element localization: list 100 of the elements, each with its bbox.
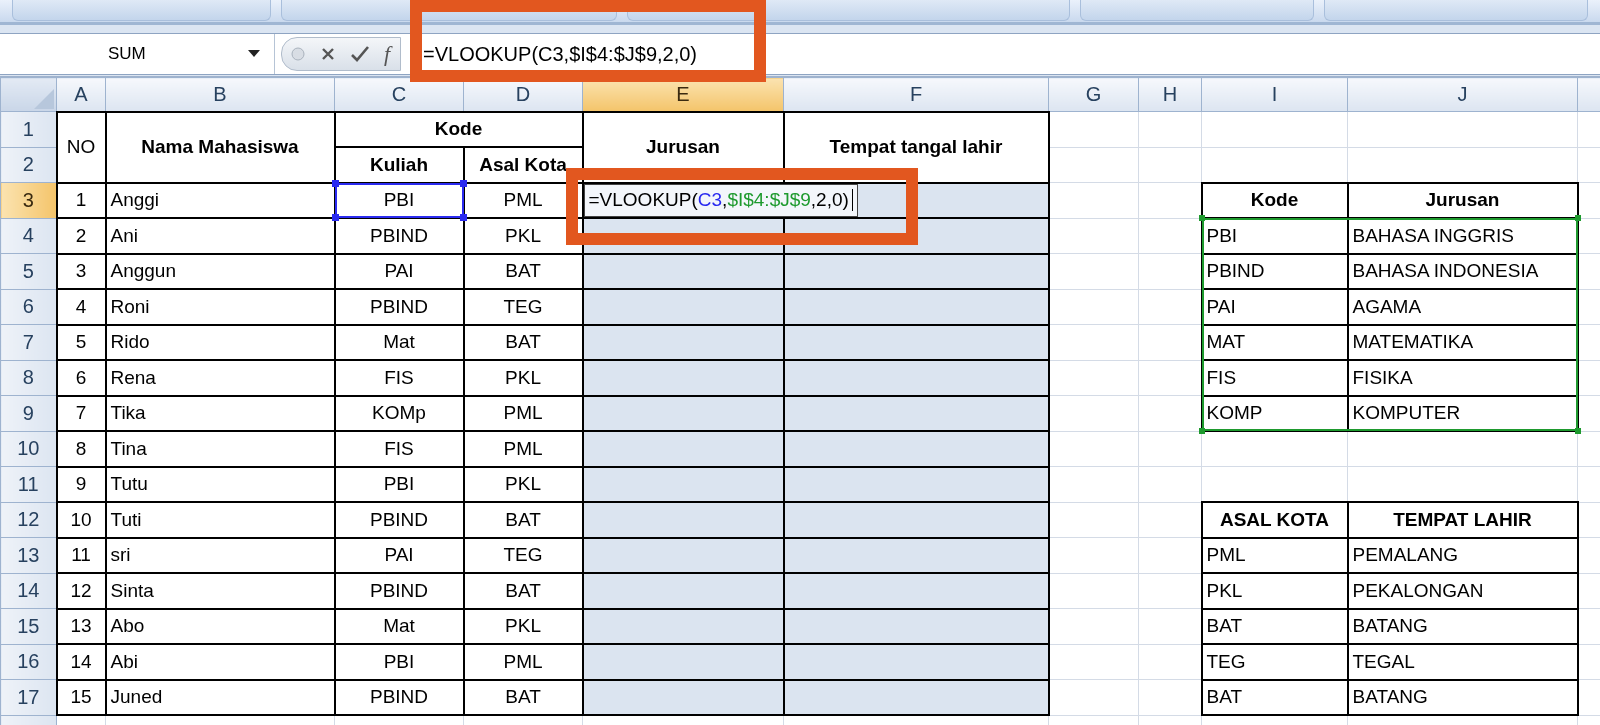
table-cell: PEMALANG (1352, 544, 1459, 566)
table-cell: TEGAL (1352, 650, 1415, 672)
table-cell: 13 (70, 615, 92, 637)
table-cell: PBIND (369, 686, 429, 708)
table-cell: TEG (1206, 650, 1246, 672)
table-cell: Mat (383, 331, 415, 353)
column-header[interactable]: G (1048, 77, 1139, 112)
table-cell: Abi (110, 650, 138, 672)
row-header[interactable]: 11 (0, 466, 57, 502)
table-cell: PKL (1206, 579, 1243, 601)
column-header[interactable]: C (334, 77, 464, 112)
table-cell: PBIND (1206, 260, 1265, 282)
table-cell: 1 (75, 189, 87, 211)
insert-function-button[interactable]: f (384, 41, 394, 67)
table-cell: PEKALONGAN (1352, 579, 1484, 601)
table-cell: BAT (505, 508, 541, 530)
table-cell: 11 (71, 544, 91, 566)
table-cell: PML (503, 189, 543, 211)
table-cell: PML (503, 402, 543, 424)
table-cell: Tina (110, 437, 147, 459)
table-cell: BAT (1206, 686, 1243, 708)
column-header[interactable]: H (1138, 77, 1202, 112)
triangle-icon (32, 87, 56, 111)
table-cell: Tutu (110, 473, 148, 495)
table-cell: 5 (75, 331, 87, 353)
table-cell: Sinta (110, 579, 154, 601)
table-cell: Rena (110, 366, 156, 388)
table-cell: 10 (70, 508, 92, 530)
table-cell: 7 (75, 402, 87, 424)
row-header[interactable]: 5 (0, 253, 57, 289)
table-header-cell: Kode (1250, 189, 1299, 211)
table-cell: KOMPUTER (1352, 402, 1461, 424)
table-cell: Rido (110, 331, 150, 353)
table-cell: KOMP (1206, 402, 1263, 424)
column-header[interactable]: J (1347, 77, 1578, 112)
formula-input[interactable]: =VLOOKUP(C3,$I$4:$J$9,2,0) (401, 42, 698, 66)
table-cell: Juned (110, 686, 163, 708)
table-cell: PBIND (369, 295, 429, 317)
table-cell: FIS (1206, 366, 1237, 388)
table-cell: PKL (505, 224, 541, 246)
table-cell: 12 (70, 579, 92, 601)
column-header[interactable]: F (783, 77, 1049, 112)
table-cell: PKL (505, 473, 541, 495)
table-cell: PKL (505, 366, 541, 388)
table-cell: sri (110, 544, 131, 566)
table-header-cell: Tempat tangal lahir (829, 136, 1003, 157)
table-cell: Roni (110, 295, 150, 317)
column-header[interactable]: I (1201, 77, 1348, 112)
table-cell: BATANG (1352, 615, 1428, 637)
table-cell: Abo (110, 615, 145, 637)
row-header[interactable]: 17 (0, 679, 57, 715)
table-header-cell: TEMPAT LAHIR (1393, 508, 1532, 530)
table-cell: Anggun (110, 260, 176, 282)
row-header[interactable]: 9 (0, 395, 57, 431)
cancel-icon[interactable] (320, 46, 336, 62)
table-cell: 6 (75, 366, 87, 388)
row-header[interactable]: 8 (0, 360, 57, 396)
row-header[interactable]: 7 (0, 324, 57, 360)
table-cell: Ani (110, 224, 138, 246)
table-cell: PML (503, 437, 543, 459)
check-icon[interactable] (350, 45, 370, 63)
name-box[interactable]: SUM (0, 34, 275, 74)
column-header[interactable]: B (105, 77, 335, 112)
table-cell: FIS (384, 366, 414, 388)
table-cell: 15 (70, 686, 92, 708)
row-header[interactable]: 14 (0, 573, 57, 609)
table-cell: MATEMATIKA (1352, 331, 1474, 353)
row-header[interactable]: 16 (0, 644, 57, 680)
table-cell: PBI (383, 189, 415, 211)
table-cell: 4 (75, 295, 87, 317)
table-cell: PBI (1206, 224, 1238, 246)
table-cell: PML (503, 650, 543, 672)
table-cell: MAT (1206, 331, 1246, 353)
table-header-cell: Kuliah (369, 153, 429, 175)
row-header[interactable]: 4 (0, 218, 57, 254)
table-cell: PAI (384, 260, 414, 282)
table-header-cell: Asal Kota (479, 153, 567, 175)
table-cell: PBI (383, 473, 415, 495)
table-header-cell: NO (66, 136, 96, 157)
table-cell: 3 (75, 260, 87, 282)
table-cell: PAI (384, 544, 414, 566)
row-header[interactable]: 2 (0, 147, 57, 183)
table-cell: Anggi (110, 189, 160, 211)
row-header[interactable]: 6 (0, 289, 57, 325)
column-header[interactable]: A (56, 77, 106, 112)
dropdown-caret-icon[interactable] (248, 50, 260, 58)
table-cell: BAHASA INGGRIS (1352, 224, 1515, 246)
row-header[interactable]: 15 (0, 608, 57, 644)
table-cell: TEG (503, 544, 543, 566)
cell-editor[interactable]: =VLOOKUP(C3,$I$4:$J$9,2,0) (583, 183, 858, 217)
row-header[interactable]: 13 (0, 537, 57, 573)
row-header[interactable]: 12 (0, 502, 57, 538)
table-header-cell: Kode (434, 118, 483, 140)
table-header-cell: Jurusan (1425, 189, 1500, 211)
row-header[interactable]: 10 (0, 431, 57, 467)
row-header[interactable]: 1 (0, 111, 57, 147)
table-cell: AGAMA (1352, 295, 1422, 317)
row-header[interactable]: 3 (0, 182, 57, 218)
table-cell: PAI (1206, 295, 1236, 317)
handle-icon[interactable] (290, 46, 306, 62)
